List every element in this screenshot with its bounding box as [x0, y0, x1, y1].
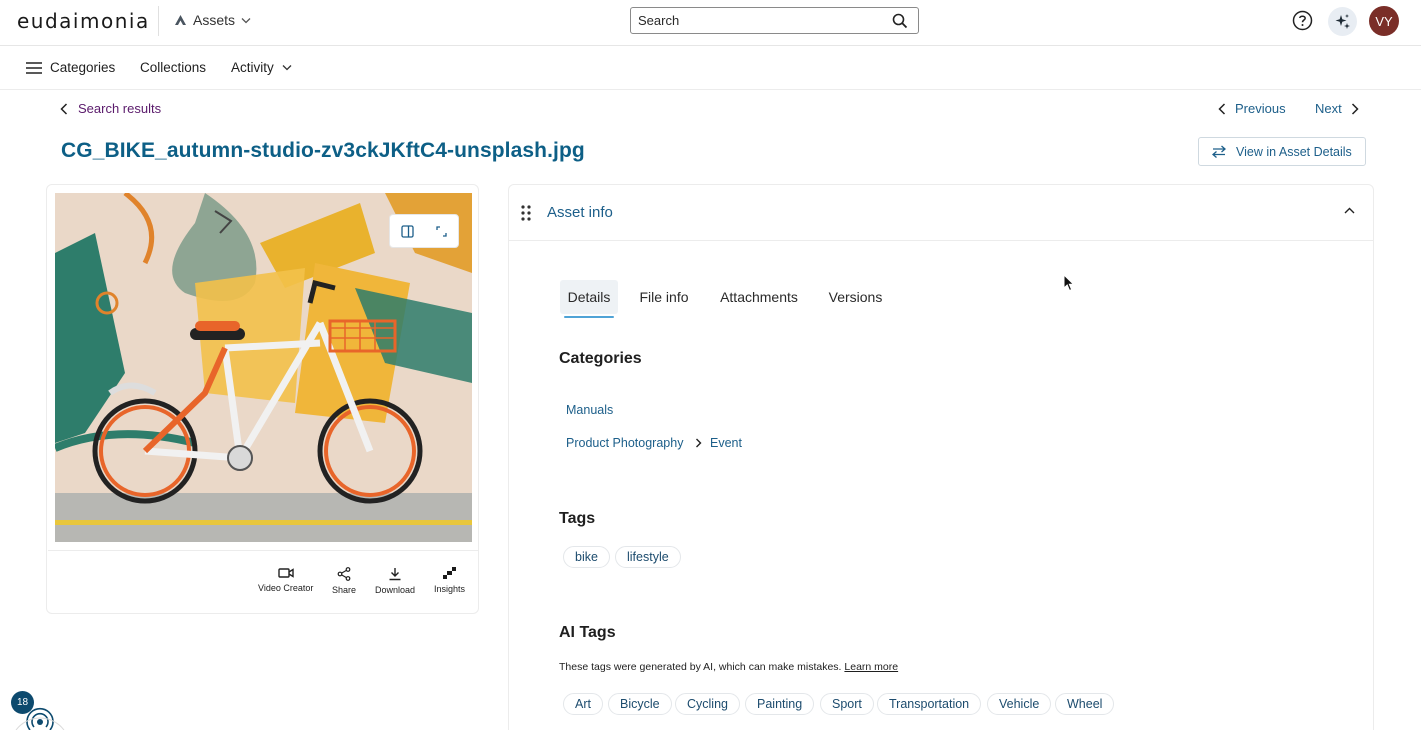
chevron-right-icon — [1351, 102, 1359, 115]
ai-tag-chip[interactable]: Bicycle — [608, 693, 672, 715]
previous-label: Previous — [1235, 101, 1286, 116]
insights-label: Insights — [434, 584, 466, 594]
split-view-icon[interactable] — [401, 224, 414, 238]
back-to-search-results[interactable]: Search results — [60, 101, 161, 116]
chevron-left-icon — [1218, 102, 1226, 115]
nav-categories-label: Categories — [50, 60, 116, 75]
sparkle-icon — [1335, 14, 1350, 29]
back-label: Search results — [78, 101, 162, 116]
nav-activity-label: Activity — [231, 60, 274, 75]
search-input[interactable] — [638, 13, 878, 28]
asset-preview-card: Video Creator Share Download Insights — [46, 184, 479, 614]
asset-info-title: Asset info — [547, 204, 613, 221]
nav-collections-label: Collections — [140, 60, 207, 75]
chevron-right-icon — [696, 438, 702, 448]
ai-tag-chip[interactable]: Sport — [820, 693, 874, 715]
ai-tag-chip[interactable]: Cycling — [675, 693, 740, 715]
ai-tag-chip[interactable]: Art — [563, 693, 603, 715]
ai-tag-chip[interactable]: Painting — [745, 693, 815, 715]
ai-tag-chip[interactable]: Vehicle — [987, 693, 1052, 715]
nav-collections[interactable]: Collections — [140, 60, 206, 75]
search-box — [630, 7, 919, 34]
chevron-up-icon[interactable] — [1344, 207, 1355, 214]
notification-badge[interactable]: 18 — [11, 691, 34, 714]
assets-app-icon — [175, 15, 186, 25]
logo[interactable]: eudaimonia — [17, 9, 150, 33]
ai-disclaimer: These tags were generated by AI, which c… — [559, 661, 898, 673]
nav-activity[interactable]: Activity — [231, 60, 292, 75]
category-link[interactable]: Event — [710, 436, 742, 450]
next-label: Next — [1315, 101, 1342, 116]
ai-tag-chip[interactable]: Wheel — [1055, 693, 1115, 715]
ai-tags-heading: AI Tags — [559, 624, 616, 641]
insights-icon — [443, 567, 457, 579]
expand-icon[interactable] — [436, 225, 447, 237]
nav-categories[interactable]: Categories — [26, 60, 115, 75]
tab-attachments[interactable]: Attachments — [714, 280, 804, 314]
tab-file-info[interactable]: File info — [633, 280, 695, 314]
category-link[interactable]: Product Photography — [566, 436, 683, 450]
secondary-nav: Categories Collections Activity — [0, 46, 1421, 90]
tag-chip[interactable]: lifestyle — [615, 546, 681, 568]
active-tab-indicator — [564, 316, 614, 318]
user-avatar[interactable]: VY — [1369, 6, 1399, 36]
hamburger-menu-icon — [26, 61, 42, 74]
share-label: Share — [332, 585, 357, 595]
insights-button[interactable]: Insights — [434, 567, 465, 594]
asset-info-header: Asset info — [509, 185, 1373, 241]
ai-disclaimer-text: These tags were generated by AI, which c… — [559, 661, 842, 673]
categories-heading: Categories — [559, 350, 642, 367]
viewer-toolbar — [389, 214, 459, 248]
help-icon[interactable] — [1292, 10, 1313, 31]
category-link[interactable]: Manuals — [566, 403, 613, 417]
app-switcher[interactable]: Assets — [174, 12, 251, 28]
video-camera-icon — [277, 568, 294, 578]
page-title: CG_BIKE_autumn-studio-zv3ckJKftC4-unspla… — [61, 139, 585, 162]
chevron-down-icon — [241, 17, 251, 23]
tab-details[interactable]: Details — [560, 280, 618, 314]
asset-info-panel: Asset info Details File info Attachments… — [508, 184, 1374, 730]
tags-heading: Tags — [559, 510, 596, 527]
app-switcher-label: Assets — [193, 12, 236, 28]
divider — [158, 6, 159, 36]
ai-tag-chip[interactable]: Transportation — [877, 693, 982, 715]
drag-handle-icon[interactable] — [521, 205, 531, 221]
mouse-cursor-icon — [1063, 274, 1075, 292]
search-icon[interactable] — [892, 13, 908, 29]
tag-chip[interactable]: bike — [563, 546, 610, 568]
tab-versions[interactable]: Versions — [822, 280, 889, 314]
divider — [48, 550, 479, 551]
learn-more-link[interactable]: Learn more — [844, 661, 898, 673]
share-button[interactable]: Share — [332, 567, 356, 595]
download-button[interactable]: Download — [375, 567, 415, 595]
top-bar: eudaimonia Assets VY — [0, 0, 1421, 46]
download-icon — [389, 568, 401, 581]
chevron-left-icon — [60, 102, 68, 115]
video-creator-button[interactable]: Video Creator — [258, 567, 313, 593]
video-creator-label: Video Creator — [258, 583, 314, 593]
chevron-down-icon — [282, 65, 292, 71]
swap-arrows-icon — [1212, 145, 1226, 158]
previous-asset-link[interactable]: Previous — [1218, 101, 1286, 116]
share-icon — [337, 567, 351, 581]
view-in-asset-details-button[interactable]: View in Asset Details — [1198, 137, 1366, 166]
download-label: Download — [375, 585, 416, 595]
next-asset-link[interactable]: Next — [1315, 101, 1359, 116]
view-in-asset-details-label: View in Asset Details — [1236, 144, 1352, 159]
ai-assistant-button[interactable] — [1328, 7, 1357, 36]
